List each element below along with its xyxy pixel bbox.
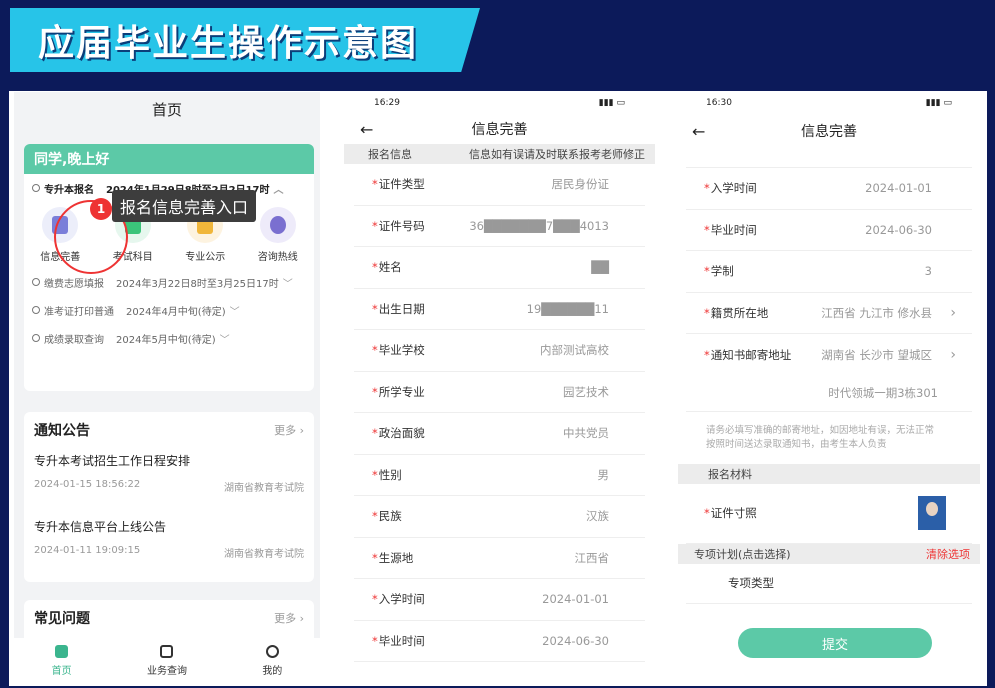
clear-selection-link[interactable]: 清除选项	[926, 546, 970, 562]
back-arrow-icon[interactable]: ←	[692, 122, 705, 141]
field-major[interactable]: 所学专业园艺技术	[354, 372, 645, 413]
field-id-number[interactable]: 证件号码36███████7███4013	[354, 206, 645, 247]
search-icon	[160, 645, 174, 658]
nav-bar: ← 信息完善	[676, 114, 982, 148]
step-dot-icon	[32, 334, 40, 342]
back-arrow-icon[interactable]: ←	[360, 120, 373, 139]
faq-title: 常见问题	[34, 611, 90, 627]
step-badge: 1	[90, 198, 112, 220]
field-political[interactable]: 政治面貌中共党员	[354, 413, 645, 455]
faq-header: 常见问题 更多 ›	[24, 600, 314, 636]
field-name[interactable]: 姓名██	[354, 247, 645, 289]
notice-header: 通知公告 更多 ›	[24, 412, 314, 448]
id-photo-thumbnail[interactable]	[918, 496, 946, 530]
chevron-right-icon: ›	[299, 612, 304, 625]
user-icon	[265, 645, 279, 658]
special-plan-header: 专项计划(点击选择) 清除选项	[678, 543, 980, 564]
info-form-screen: 16:29 ▮▮▮ ▭ ← 信息完善 报名信息 信息如有误请及时联系报考老师修正…	[344, 92, 655, 684]
nav-title: 信息完善	[801, 124, 857, 140]
faq-more-link[interactable]: 更多 ›	[274, 610, 304, 626]
tab-business-query[interactable]: 业务查询	[147, 645, 187, 677]
step-dot-icon	[32, 184, 40, 192]
field-mailing-address[interactable]: 通知书邮寄地址湖南省 长沙市 望城区›	[686, 334, 972, 376]
submit-button[interactable]: 提交	[738, 628, 932, 658]
status-bar: 16:30 ▮▮▮ ▭	[706, 98, 952, 108]
scrolled-row	[686, 148, 972, 168]
home-icon	[55, 645, 69, 658]
greeting: 同学,晚上好	[24, 144, 314, 174]
chevron-right-icon: ›	[950, 304, 956, 321]
signal-battery-icon: ▮▮▮ ▭	[598, 98, 625, 108]
special-type-field[interactable]: 专项类型	[686, 564, 972, 604]
tab-mine[interactable]: 我的	[262, 645, 282, 677]
field-id-type[interactable]: 证件类型居民身份证	[354, 164, 645, 206]
status-bar: 16:29 ▮▮▮ ▭	[374, 98, 625, 108]
notice-title: 通知公告	[34, 423, 90, 439]
home-title: 首页	[14, 92, 320, 126]
field-enroll-date[interactable]: 入学时间2024-01-01	[686, 168, 972, 210]
news-item[interactable]: 专升本考试招生工作日程安排 2024-01-15 18:56:22 湖南省教育考试…	[24, 448, 314, 504]
field-enroll-date[interactable]: 入学时间2024-01-01	[354, 579, 645, 621]
bottom-tabbar: 首页 业务查询 我的	[14, 638, 320, 684]
step-score-query[interactable]: 成绩录取查询 2024年5月中旬(待定) ﹀	[24, 324, 314, 352]
address-note: 请务必填写准确的邮寄地址，如因地址有误，无法正常按照时间送达录取通知书，由考生本…	[706, 424, 935, 450]
info-form-screen-continued: 16:30 ▮▮▮ ▭ ← 信息完善 入学时间2024-01-01 毕业时间20…	[676, 92, 982, 684]
field-graduation-date[interactable]: 毕业时间2024-06-30	[686, 210, 972, 251]
field-gender[interactable]: 性别男	[354, 455, 645, 496]
step-admission-ticket[interactable]: 准考证打印普通 2024年4月中旬(待定) ﹀	[24, 296, 314, 324]
notice-more-link[interactable]: 更多 ›	[274, 422, 304, 438]
field-graduation-date[interactable]: 毕业时间2024-06-30	[354, 621, 645, 662]
nav-bar: ← 信息完善	[344, 114, 655, 144]
tab-home[interactable]: 首页	[52, 645, 72, 677]
step-dot-icon	[32, 278, 40, 286]
notice-card: 通知公告 更多 › 专升本考试招生工作日程安排 2024-01-15 18:56…	[24, 412, 314, 582]
field-study-length[interactable]: 学制3	[686, 251, 972, 293]
progress-card: 同学,晚上好 专升本报名 2024年1月29日8时至2月2日17时 ︿ 1 报名…	[24, 144, 314, 391]
step-payment[interactable]: 缴费志愿填报 2024年3月22日8时至3月25日17时 ﹀	[24, 268, 314, 296]
news-item[interactable]: 专升本信息平台上线公告 2024-01-11 19:09:15 湖南省教育考试院	[24, 504, 314, 570]
banner-title: 应届毕业生操作示意图	[38, 23, 419, 64]
step-dot-icon	[32, 306, 40, 314]
banner: 应届毕业生操作示意图	[10, 8, 480, 72]
signal-battery-icon: ▮▮▮ ▭	[925, 98, 952, 108]
chevron-right-icon: ›	[950, 346, 956, 363]
field-school[interactable]: 毕业学校内部测试高校	[354, 330, 645, 372]
section-header: 报名信息 信息如有误请及时联系报考老师修正	[344, 144, 655, 164]
chevron-down-icon: ﹀	[219, 334, 230, 346]
materials-header: 报名材料	[678, 463, 980, 484]
icon-hotline[interactable]: 咨询热线	[248, 207, 308, 263]
chevron-down-icon: ﹀	[229, 306, 240, 318]
chevron-right-icon: ›	[299, 424, 304, 437]
field-birthdate[interactable]: 出生日期19██████11	[354, 289, 645, 330]
quick-icons: 1 报名信息完善入口 信息完善 考试科目 专业公示 咨询热线	[24, 190, 314, 274]
chevron-up-icon: ︿	[273, 184, 284, 196]
field-id-photo[interactable]: 证件寸照	[686, 484, 972, 544]
address-detail-input[interactable]: 时代领城一期3栋301	[686, 376, 972, 412]
home-screen: 首页 同学,晚上好 专升本报名 2024年1月29日8时至2月2日17时 ︿ 1…	[14, 92, 320, 684]
nav-title: 信息完善	[471, 122, 528, 138]
form-fields: 证件类型居民身份证 证件号码36███████7███4013 姓名██ 出生日…	[344, 164, 655, 662]
field-ethnicity[interactable]: 民族汉族	[354, 496, 645, 538]
phone-icon	[269, 216, 286, 234]
field-native-place[interactable]: 籍贯所在地江西省 九江市 修水县›	[686, 293, 972, 334]
field-origin[interactable]: 生源地江西省	[354, 538, 645, 579]
chevron-down-icon: ﹀	[282, 278, 293, 290]
entry-tooltip: 报名信息完善入口	[112, 190, 257, 222]
